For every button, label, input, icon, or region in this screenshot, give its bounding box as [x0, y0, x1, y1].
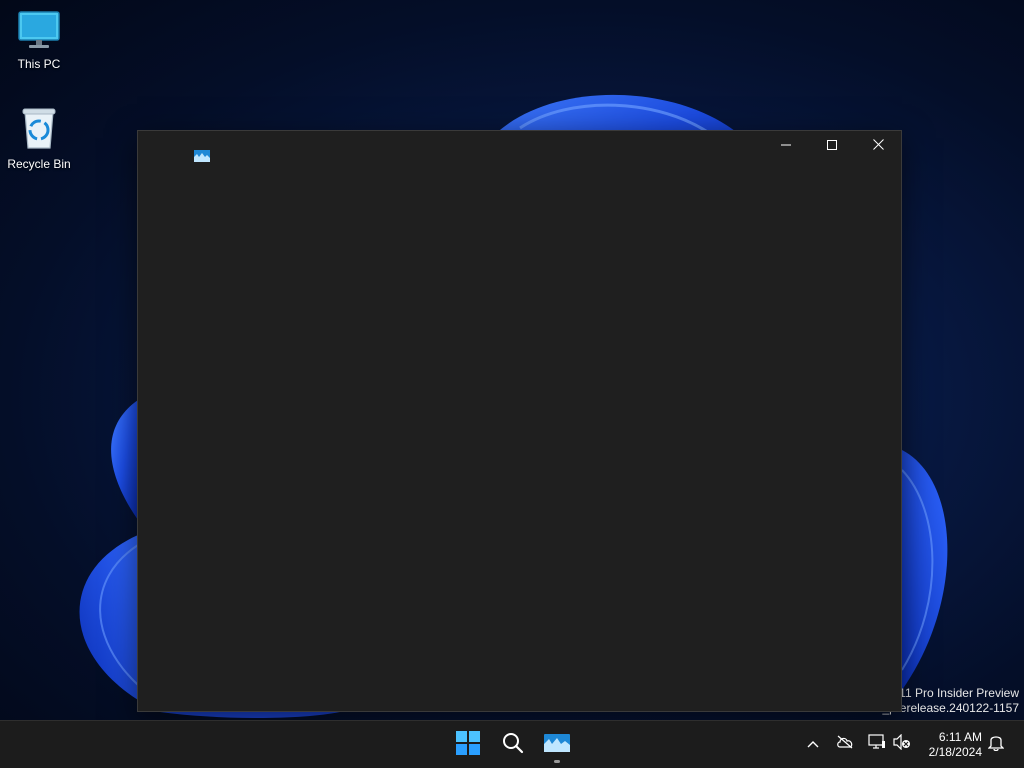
- speaker-muted-icon: [893, 733, 911, 755]
- notifications-button[interactable]: [985, 733, 1007, 755]
- show-hidden-icons-button[interactable]: [802, 733, 824, 755]
- recycle-bin-icon: [0, 106, 78, 153]
- network-icon: [868, 733, 886, 755]
- desktop-icon-label: Recycle Bin: [7, 157, 71, 171]
- windows-start-icon: [456, 730, 480, 760]
- search-button[interactable]: [493, 725, 533, 765]
- clock-date: 2/18/2024: [928, 745, 982, 759]
- bell-icon: [987, 733, 1005, 756]
- desktop-icon-recycle-bin[interactable]: Recycle Bin: [0, 106, 78, 171]
- search-icon: [502, 732, 524, 759]
- onedrive-tray-button[interactable]: [834, 733, 856, 755]
- desktop-icon-label: This PC: [17, 57, 61, 71]
- app-window[interactable]: [137, 130, 902, 712]
- media-app-icon: [194, 149, 210, 162]
- taskbar: 6:11 AM 2/18/2024: [0, 720, 1024, 768]
- monitor-icon: [0, 10, 78, 53]
- chevron-up-icon: [807, 735, 819, 753]
- clock-time: 6:11 AM: [938, 730, 982, 744]
- watermark-line-1: 11 Pro Insider Preview: [899, 686, 1019, 700]
- close-icon: [872, 137, 884, 155]
- start-button[interactable]: [448, 725, 488, 765]
- close-button[interactable]: [855, 131, 901, 161]
- taskbar-app-media[interactable]: [537, 725, 577, 765]
- taskbar-clock[interactable]: 6:11 AM 2/18/2024: [929, 730, 982, 760]
- volume-tray-button[interactable]: [891, 733, 913, 755]
- active-indicator: [554, 760, 560, 763]
- minimize-icon: [781, 137, 791, 155]
- watermark-line-2: _prerelease.240122-1157: [882, 701, 1019, 715]
- media-app-icon: [544, 733, 570, 757]
- desktop-icon-this-pc[interactable]: This PC: [0, 10, 78, 71]
- maximize-button[interactable]: [809, 131, 855, 161]
- minimize-button[interactable]: [763, 131, 809, 161]
- network-tray-button[interactable]: [866, 733, 888, 755]
- cloud-offline-icon: [836, 735, 854, 754]
- maximize-icon: [827, 137, 837, 155]
